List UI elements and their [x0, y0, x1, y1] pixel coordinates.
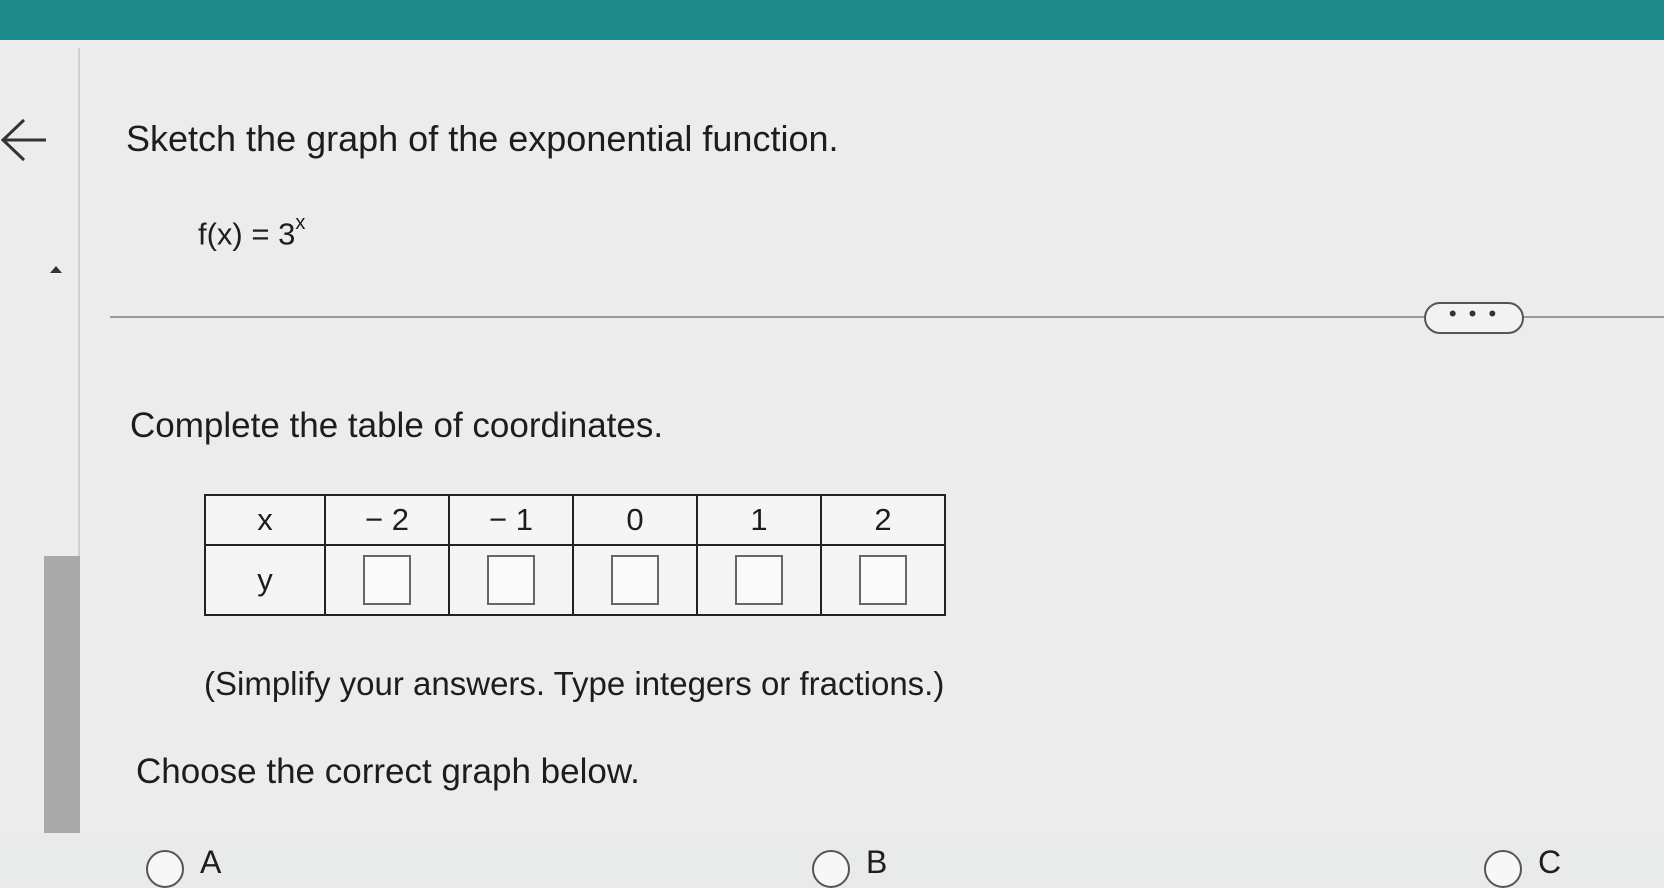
x-value-cell: 0 [572, 494, 698, 546]
x-value-cell: 1 [696, 494, 822, 546]
back-arrow-icon[interactable] [0, 112, 56, 168]
y-value-cell [324, 544, 450, 616]
graph-instruction: Choose the correct graph below. [136, 752, 640, 791]
x-header-cell: x [204, 494, 326, 546]
x-value-cell: − 2 [324, 494, 450, 546]
y-answer-input[interactable] [487, 555, 535, 605]
table-row-y: y [204, 544, 946, 616]
y-answer-input[interactable] [363, 555, 411, 605]
x-value-cell: − 1 [448, 494, 574, 546]
table-instruction: Complete the table of coordinates. [130, 406, 664, 445]
y-value-cell [448, 544, 574, 616]
y-value-cell [572, 544, 698, 616]
coordinates-table: x − 2 − 1 0 1 2 y [204, 494, 946, 616]
table-row-x: x − 2 − 1 0 1 2 [204, 494, 946, 546]
option-c-label: C [1538, 844, 1562, 880]
radio-option-c[interactable] [1484, 850, 1522, 888]
scrollbar-thumb[interactable] [44, 556, 80, 833]
y-value-cell [820, 544, 946, 616]
more-options-button[interactable]: • • • [1424, 302, 1524, 334]
radio-option-b[interactable] [812, 850, 850, 888]
function-exponent: x [295, 212, 306, 234]
y-value-cell [696, 544, 822, 616]
question-title: Sketch the graph of the exponential func… [126, 118, 839, 159]
x-value-cell: 2 [820, 494, 946, 546]
answer-hint: (Simplify your answers. Type integers or… [204, 665, 945, 702]
question-page: Sketch the graph of the exponential func… [0, 40, 1664, 888]
function-expression: f(x) = 3x [198, 212, 305, 252]
y-answer-input[interactable] [859, 555, 907, 605]
radio-option-a[interactable] [146, 850, 184, 888]
y-answer-input[interactable] [611, 555, 659, 605]
function-base: f(x) = 3 [198, 216, 296, 252]
collapse-caret-icon[interactable] [50, 266, 62, 273]
top-bar [0, 0, 1664, 40]
option-a-label: A [200, 844, 222, 880]
option-b-label: B [866, 844, 888, 880]
y-answer-input[interactable] [735, 555, 783, 605]
y-header-cell: y [204, 544, 326, 616]
